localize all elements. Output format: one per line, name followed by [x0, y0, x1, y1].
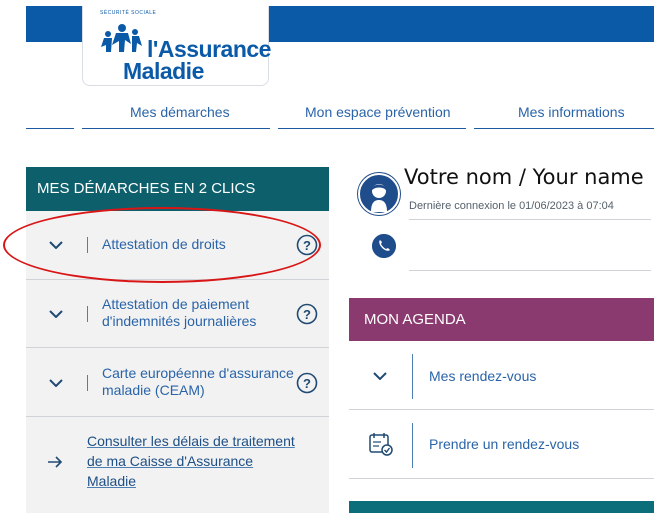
- demarche-label-line1: Attestation de paiement: [102, 296, 250, 312]
- demarche-label: Attestation de droits: [102, 236, 226, 252]
- demarche-item-indemnites[interactable]: Attestation de paiement d'indemnités jou…: [26, 280, 329, 348]
- assurance-maladie-logo[interactable]: SÉCURITÉ SOCIALE l'Assurance Maladie: [82, 6, 271, 86]
- item-divider: [412, 354, 413, 399]
- demarche-item-delais[interactable]: Consulter les délais de traitement de ma…: [26, 417, 329, 505]
- demarche-link-line3[interactable]: Maladie: [87, 471, 136, 491]
- arrow-right-icon: [48, 456, 63, 468]
- nav-divider: [26, 128, 74, 129]
- demarche-item-ceam[interactable]: Carte européenne d'assurance maladie (CE…: [26, 348, 329, 417]
- agenda-item-prendre-rendez-vous[interactable]: Prendre un rendez-vous: [349, 410, 654, 479]
- nav-mes-informations[interactable]: Mes informations: [518, 104, 625, 120]
- item-divider: [87, 306, 88, 322]
- demarche-link-line2[interactable]: de ma Caisse d'Assurance: [87, 451, 253, 471]
- nav-mes-demarches[interactable]: Mes démarches: [130, 104, 230, 120]
- item-divider: [412, 423, 413, 468]
- item-divider: [87, 237, 88, 253]
- question-icon[interactable]: ?: [296, 303, 318, 325]
- item-divider: [87, 375, 88, 391]
- agenda-label: Mes rendez-vous: [429, 368, 537, 384]
- svg-text:?: ?: [303, 376, 311, 391]
- last-login: Dernière connexion le 01/06/2023 à 07:04: [409, 200, 614, 212]
- chevron-down-icon: [373, 372, 387, 380]
- nav-underline-informations: [474, 128, 654, 129]
- demarche-label-line2: maladie (CEAM): [102, 382, 205, 398]
- person-silhouette-icon: [358, 173, 400, 215]
- question-icon[interactable]: ?: [296, 234, 318, 256]
- contact-divider: [409, 270, 651, 271]
- svg-text:?: ?: [303, 238, 311, 253]
- logo-figures-icon: [101, 24, 142, 52]
- demarche-label-line1: Carte européenne d'assurance: [102, 365, 294, 381]
- user-avatar-icon[interactable]: [357, 172, 401, 216]
- logo-tagline: SÉCURITÉ SOCIALE: [100, 10, 157, 16]
- svg-text:?: ?: [303, 307, 311, 322]
- nav-mon-espace-prevention[interactable]: Mon espace prévention: [305, 104, 451, 120]
- agenda-item-mes-rendez-vous[interactable]: Mes rendez-vous: [349, 341, 654, 410]
- agenda-label: Prendre un rendez-vous: [429, 436, 580, 452]
- nav-underline-demarches: [82, 128, 270, 129]
- agenda-title: MON AGENDA: [349, 298, 654, 341]
- user-name: Votre nom / Your name: [404, 165, 644, 189]
- calendar-check-icon: [369, 433, 393, 456]
- chevron-down-icon: [49, 241, 63, 249]
- demarches-title: MES DÉMARCHES EN 2 CLICS: [26, 167, 329, 211]
- chevron-down-icon: [49, 379, 63, 387]
- profile-divider: [409, 219, 651, 220]
- question-icon[interactable]: ?: [296, 372, 318, 394]
- chevron-down-icon: [49, 310, 63, 318]
- demarche-link-line1[interactable]: Consulter les délais de traitement: [87, 431, 295, 451]
- next-section-header: [349, 501, 654, 513]
- nav-underline-prevention: [278, 128, 466, 129]
- demarches-panel: MES DÉMARCHES EN 2 CLICS Attestation de …: [26, 167, 329, 513]
- phone-icon[interactable]: [372, 234, 396, 258]
- logo-name-line2: Maladie: [123, 58, 204, 84]
- demarche-label-line2: d'indemnités journalières: [102, 313, 257, 329]
- demarche-item-attestation-droits[interactable]: Attestation de droits ?: [26, 211, 329, 280]
